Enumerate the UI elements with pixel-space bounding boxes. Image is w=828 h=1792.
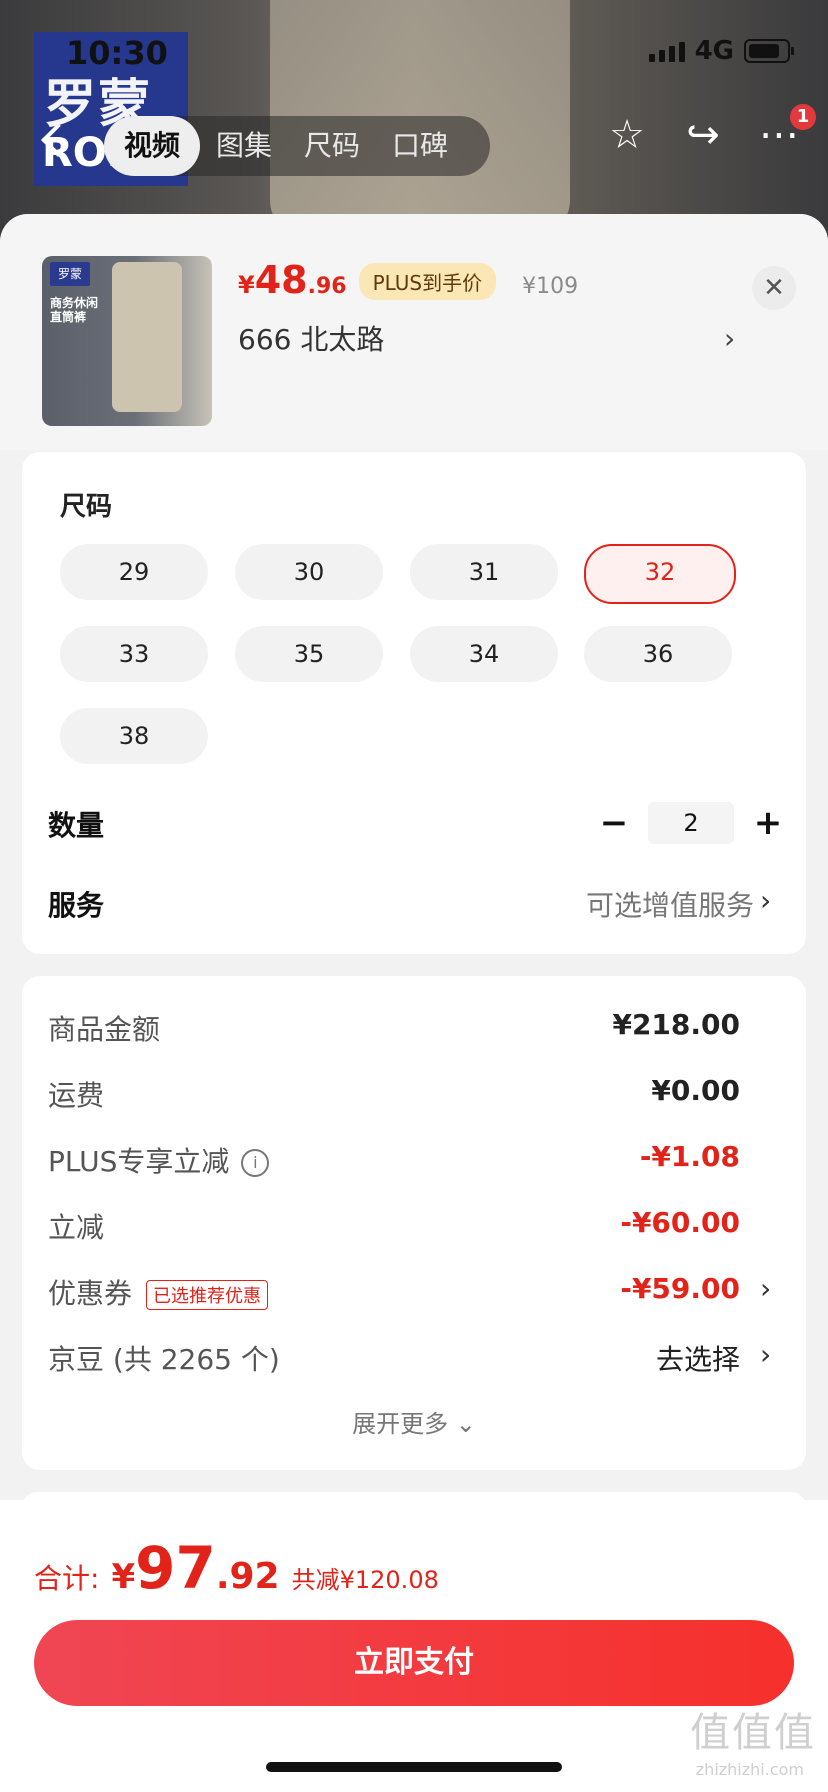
pay-now-button[interactable]: 立即支付	[34, 1620, 794, 1706]
thumbnail-pants	[112, 262, 182, 412]
price-symbol: ¥	[238, 271, 255, 299]
media-tab-bar: 视频 图集 尺码 口碑	[104, 116, 490, 176]
tab-video[interactable]: 视频	[104, 116, 201, 176]
jingdou-select[interactable]: 去选择	[656, 1338, 740, 1378]
chevron-right-icon[interactable]: ›	[760, 1272, 771, 1305]
total-label: 合计:	[34, 1562, 100, 1595]
quantity-label: 数量	[48, 809, 105, 842]
header-actions: ☆ ↪ ⋯ 1	[604, 104, 816, 158]
size-option[interactable]: 29	[60, 544, 208, 600]
info-icon[interactable]: i	[241, 1149, 270, 1177]
tab-gallery[interactable]: 图集	[200, 116, 288, 176]
coupon-row[interactable]: 优惠券 已选推荐优惠	[48, 1272, 269, 1312]
size-option[interactable]: 33	[60, 626, 208, 682]
original-price: ¥109	[522, 274, 579, 299]
size-option[interactable]: 31	[410, 544, 558, 600]
status-time: 10:30	[66, 34, 168, 72]
fee-label: 京豆 (共 2265 个)	[48, 1343, 280, 1376]
selected-spec[interactable]: 666 北太路	[238, 318, 384, 358]
options-card	[22, 452, 806, 954]
size-option[interactable]: 30	[235, 544, 383, 600]
status-indicators: 4G	[648, 36, 794, 66]
more-icon[interactable]: ⋯ 1	[756, 104, 816, 158]
home-indicator[interactable]	[266, 1762, 562, 1772]
share-icon[interactable]: ↪	[680, 112, 726, 158]
fee-label: 商品金额	[48, 1013, 161, 1046]
fee-value: ¥218.00	[612, 1008, 740, 1041]
chevron-right-icon[interactable]: ›	[724, 322, 735, 355]
price-row: ¥ 48 .96 PLUS到手价 ¥109	[238, 258, 578, 304]
size-option[interactable]: 36	[584, 626, 732, 682]
chevron-right-icon[interactable]: ›	[760, 1338, 771, 1371]
total-decimal: .92	[215, 1556, 280, 1597]
signal-icon	[648, 40, 685, 62]
notification-badge: 1	[790, 104, 816, 130]
tab-size[interactable]: 尺码	[288, 116, 376, 176]
total-row: 合计: ¥ 97 .92 共减¥120.08	[34, 1534, 439, 1602]
quantity-minus-button[interactable]: −	[596, 800, 632, 846]
quantity-value[interactable]: 2	[648, 802, 734, 844]
favorite-star-icon[interactable]: ☆	[604, 112, 650, 158]
fee-label: PLUS专享立减	[48, 1145, 230, 1178]
total-integer: 97	[135, 1534, 216, 1602]
watermark-url: zhizhizhi.com	[695, 1760, 804, 1779]
back-button[interactable]	[36, 124, 70, 158]
close-button[interactable]: ✕	[752, 266, 796, 310]
fee-label: 运费	[48, 1079, 105, 1112]
size-option[interactable]: 34	[410, 626, 558, 682]
battery-icon	[744, 39, 794, 63]
thumbnail-caption: 商务休闲 直筒裤	[50, 296, 99, 324]
expand-more-label: 展开更多	[352, 1410, 449, 1438]
network-type: 4G	[694, 36, 734, 66]
price-decimal: .96	[307, 274, 347, 299]
fee-value: ¥0.00	[651, 1074, 740, 1107]
service-label: 服务	[48, 889, 105, 922]
coupon-recommended-tag: 已选推荐优惠	[146, 1280, 269, 1310]
quantity-stepper: − 2 +	[596, 800, 786, 846]
tab-reviews[interactable]: 口碑	[376, 116, 464, 176]
total-discount: 共减¥120.08	[291, 1566, 439, 1594]
size-section-title: 尺码	[60, 492, 113, 522]
watermark: 值值值	[690, 1710, 816, 1756]
quantity-plus-button[interactable]: +	[750, 800, 786, 846]
fee-value: -¥59.00	[620, 1272, 740, 1305]
plus-price-badge: PLUS到手价	[358, 262, 497, 300]
size-option[interactable]: 38	[60, 708, 208, 764]
size-option-selected[interactable]: 32	[584, 544, 736, 604]
chevron-down-icon: ⌄	[455, 1410, 476, 1438]
size-option[interactable]: 35	[235, 626, 383, 682]
fee-label-row: PLUS专享立减 i	[48, 1140, 270, 1180]
fee-value: -¥1.08	[639, 1140, 740, 1173]
fee-label: 立减	[48, 1211, 105, 1244]
expand-more-button[interactable]: 展开更多 ⌄	[0, 1404, 828, 1439]
chevron-right-icon[interactable]: ›	[760, 884, 771, 917]
price-integer: 48	[254, 258, 308, 302]
product-thumbnail: 罗蒙 商务休闲 直筒裤	[42, 256, 212, 426]
fee-label: 优惠券	[48, 1277, 133, 1310]
fee-value: -¥60.00	[620, 1206, 740, 1239]
thumbnail-brand-tag: 罗蒙	[50, 262, 90, 286]
total-symbol: ¥	[111, 1557, 136, 1597]
service-value[interactable]: 可选增值服务	[586, 884, 754, 924]
